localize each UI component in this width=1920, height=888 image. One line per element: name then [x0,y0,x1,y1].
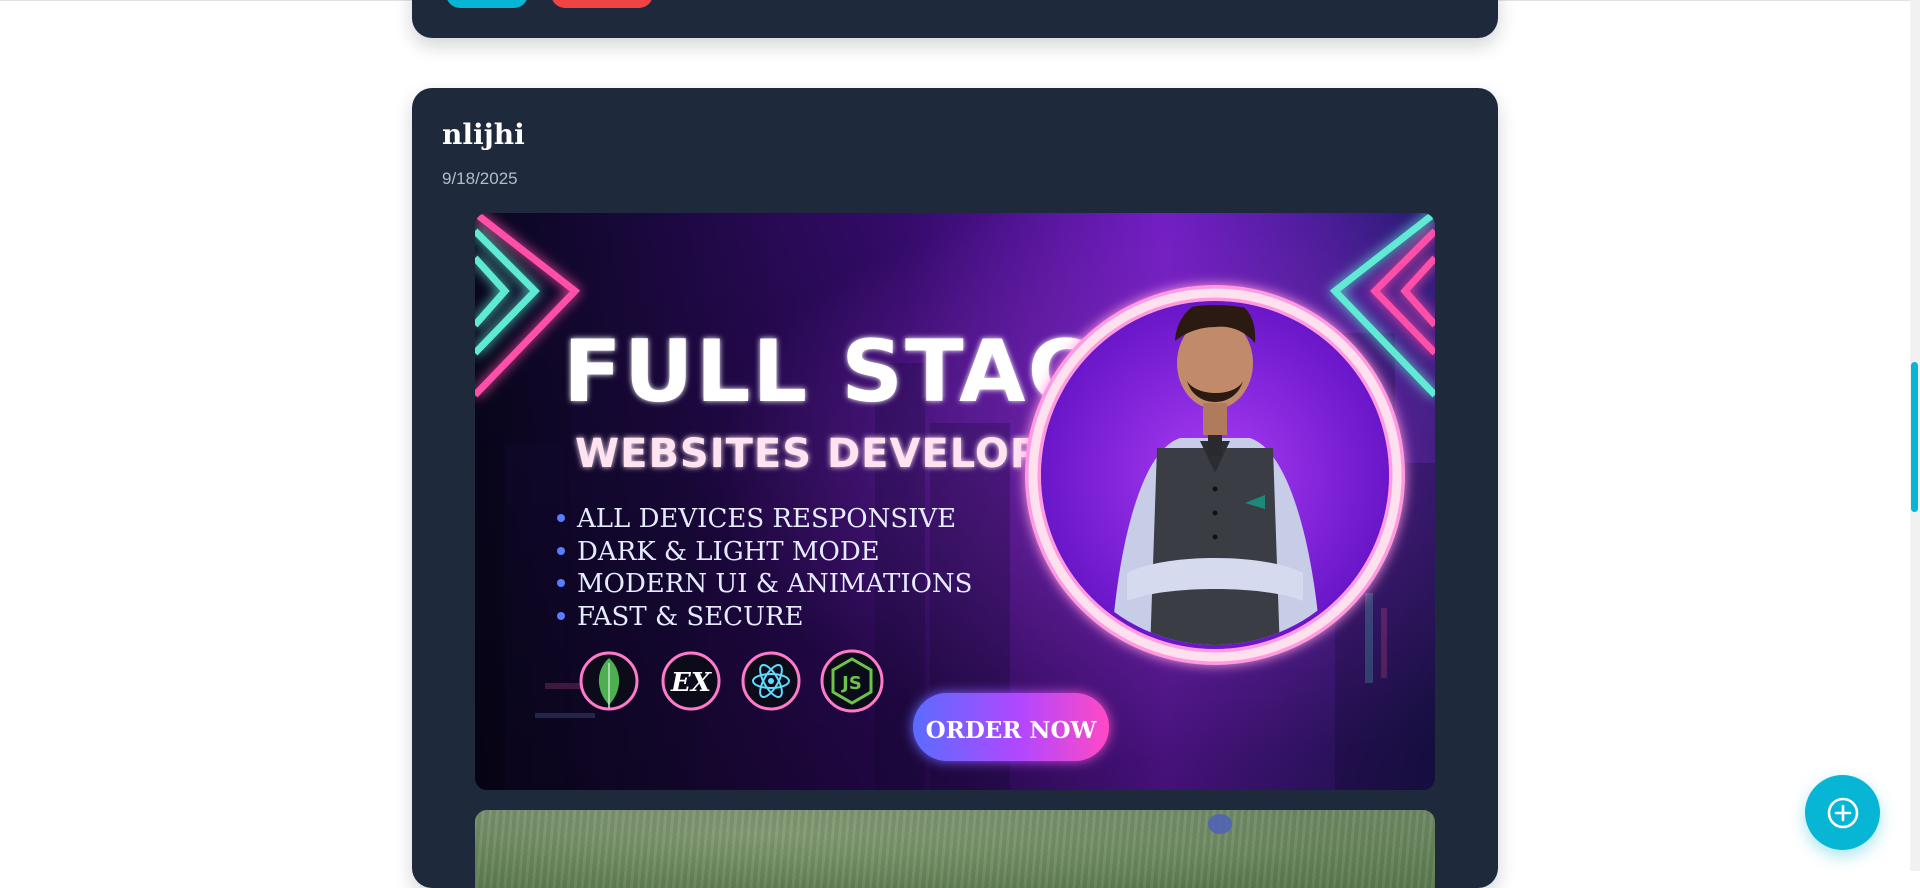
feature-item: DARK & LIGHT MODE [577,537,880,567]
bullet-icon [557,612,565,620]
feature-item: FAST & SECURE [577,602,804,632]
grass-texture [475,810,1435,888]
page-scrollbar-thumb[interactable] [1911,362,1918,512]
bullet-icon [557,547,565,555]
react-atom-icon [741,651,801,711]
node-text: JS [840,673,862,694]
banner-artwork: FULL STACK WEBSITES DEVELOPER ALL DEVICE… [475,213,1435,790]
post-image-second[interactable] [475,810,1435,888]
post-date: 9/18/2025 [442,169,518,188]
previous-post-card [412,0,1498,38]
post-image-banner[interactable]: FULL STACK WEBSITES DEVELOPER ALL DEVICE… [475,213,1435,790]
plus-circle-icon [1827,797,1858,828]
feature-item: ALL DEVICES RESPONSIVE [576,504,956,534]
express-text: EX [670,668,713,698]
order-now-label: ORDER NOW [926,717,1098,744]
previous-post-action-button[interactable] [446,0,528,8]
post-author: nlijhi [442,118,525,151]
bullet-icon [557,514,565,522]
order-now-button[interactable]: ORDER NOW [913,693,1109,761]
post-card: nlijhi 9/18/2025 FULL STACK WEBSITES DEV… [412,88,1498,888]
express-icon: EX [661,651,721,711]
banner-subtitle: WEBSITES DEVELOPER [575,431,1100,477]
nodejs-icon: JS [820,649,884,713]
mongodb-leaf-icon [579,651,639,711]
previous-post-delete-button[interactable] [551,0,653,8]
add-post-fab[interactable] [1805,775,1880,850]
bullet-icon [557,579,565,587]
flower-shape [1208,814,1232,834]
feature-item: MODERN UI & ANIMATIONS [577,569,972,599]
